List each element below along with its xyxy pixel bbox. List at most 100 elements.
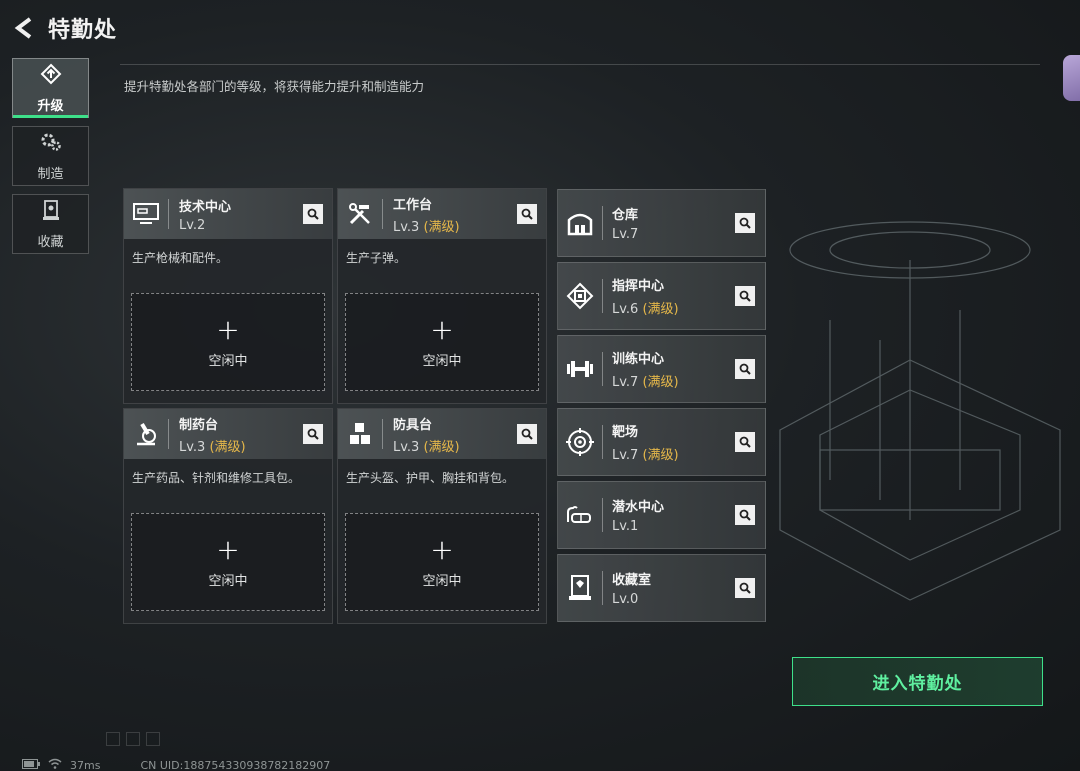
- tab-label: 收藏: [37, 234, 64, 250]
- wifi-icon: [48, 758, 62, 771]
- facility-name: 收藏室: [612, 573, 652, 588]
- inspect-button[interactable]: [735, 359, 755, 379]
- craft-slot[interactable]: + 空闲中: [345, 513, 539, 611]
- tab-craft[interactable]: 制造: [12, 126, 89, 186]
- craft-slot[interactable]: + 空闲中: [131, 293, 325, 391]
- upgrade-icon: [40, 63, 62, 89]
- command-chip-icon: [558, 262, 602, 330]
- status-footer: 37ms CN UID:18875433093878218290​7: [22, 758, 330, 771]
- facility-name: 仓库: [612, 208, 639, 223]
- base-blueprint-art: [779, 221, 1061, 601]
- inspect-button[interactable]: [517, 204, 537, 224]
- facility-diving-center[interactable]: 潜水中心 Lv.1: [557, 481, 766, 549]
- tab-upgrade[interactable]: 升级: [12, 58, 89, 118]
- search-icon: [521, 425, 533, 444]
- craft-slot[interactable]: + 空闲中: [345, 293, 539, 391]
- search-icon: [739, 506, 751, 525]
- facility-name: 训练中心: [612, 352, 665, 367]
- facility-shooting-range[interactable]: 靶场 Lv.7 (满级): [557, 408, 766, 476]
- workshop-level: Lv.3 (满级): [393, 219, 460, 235]
- facility-level: Lv.7 (满级): [612, 448, 679, 463]
- workshop-level: Lv.3 (满级): [393, 439, 460, 455]
- dumbbell-icon: [558, 335, 602, 403]
- collection-icon: [558, 554, 602, 622]
- plus-icon: +: [430, 312, 454, 346]
- card-header: 工作台 Lv.3 (满级): [338, 189, 546, 239]
- slot-status: 空闲中: [422, 573, 462, 589]
- inspect-button[interactable]: [517, 424, 537, 444]
- inspect-button[interactable]: [735, 578, 755, 598]
- workshop-name: 制药台: [179, 417, 219, 433]
- diving-mask-icon: [558, 481, 602, 549]
- facility-level: Lv.6 (满级): [612, 302, 679, 317]
- tab-label: 升级: [37, 98, 64, 114]
- inspect-button[interactable]: [735, 432, 755, 452]
- card-header: 制药台 Lv.3 (满级): [124, 409, 332, 459]
- tab-label: 制造: [37, 166, 64, 182]
- avatar[interactable]: [1063, 55, 1080, 101]
- deco-square: [106, 732, 120, 746]
- target-icon: [558, 408, 602, 476]
- search-icon: [739, 579, 751, 598]
- display-case-icon: [40, 199, 62, 225]
- facility-level: Lv.1: [612, 519, 639, 534]
- facility-name: 指挥中心: [612, 279, 665, 294]
- facility-level: Lv.0: [612, 592, 639, 607]
- slot-status: 空闲中: [208, 353, 248, 369]
- inspect-button[interactable]: [303, 424, 323, 444]
- microscope-icon: [124, 409, 168, 459]
- card-header: 防具台 Lv.3 (满级): [338, 409, 546, 459]
- inspect-button[interactable]: [735, 213, 755, 233]
- plus-icon: +: [430, 532, 454, 566]
- facility-collection-room[interactable]: 收藏室 Lv.0: [557, 554, 766, 622]
- inspect-button[interactable]: [735, 286, 755, 306]
- workshop-name: 技术中心: [179, 199, 232, 215]
- slot-status: 空闲中: [208, 573, 248, 589]
- page-description: 提升特勤处各部门的等级，将获得能力提升和制造能力: [124, 79, 425, 94]
- user-uid: CN UID:18875433093878218290​7: [140, 758, 331, 771]
- search-icon: [739, 433, 751, 452]
- workshop-name: 防具台: [393, 417, 433, 433]
- plus-icon: +: [216, 532, 240, 566]
- slot-status: 空闲中: [422, 353, 462, 369]
- workshop-card-armor: 防具台 Lv.3 (满级) 生产头盔、护甲、胸挂和背包。 + 空闲中: [337, 408, 547, 624]
- workshop-name: 工作台: [393, 197, 433, 213]
- search-icon: [739, 214, 751, 233]
- header-divider: [120, 64, 1040, 65]
- workshop-description: 生产药品、针剂和维修工具包。: [132, 471, 301, 485]
- warehouse-icon: [558, 189, 602, 257]
- tab-collection[interactable]: 收藏: [12, 194, 89, 254]
- craft-slot[interactable]: + 空闲中: [131, 513, 325, 611]
- facility-command-center[interactable]: 指挥中心 Lv.6 (满级): [557, 262, 766, 330]
- computer-icon: [124, 189, 168, 239]
- facility-warehouse[interactable]: 仓库 Lv.7: [557, 189, 766, 257]
- card-header: 技术中心 Lv.2: [124, 189, 332, 239]
- workshop-card-workbench: 工作台 Lv.3 (满级) 生产子弹。 + 空闲中: [337, 188, 547, 404]
- cubes-icon: [338, 409, 382, 459]
- gears-icon: [40, 131, 62, 157]
- search-icon: [307, 425, 319, 444]
- inspect-button[interactable]: [735, 505, 755, 525]
- back-arrow-icon[interactable]: [10, 14, 38, 42]
- inspect-button[interactable]: [303, 204, 323, 224]
- facility-level: Lv.7 (满级): [612, 375, 679, 390]
- workshop-description: 生产子弹。: [346, 251, 407, 265]
- facility-level: Lv.7: [612, 227, 639, 242]
- workshop-level: Lv.3 (满级): [179, 439, 246, 455]
- search-icon: [307, 205, 319, 224]
- page-title: 特勤处: [48, 18, 118, 43]
- deco-square: [126, 732, 140, 746]
- enter-special-ops-button[interactable]: 进入特勤处: [792, 657, 1043, 706]
- facility-training-center[interactable]: 训练中心 Lv.7 (满级): [557, 335, 766, 403]
- workshop-description: 生产枪械和配件。: [132, 251, 229, 265]
- plus-icon: +: [216, 312, 240, 346]
- workshop-card-pharmacy: 制药台 Lv.3 (满级) 生产药品、针剂和维修工具包。 + 空闲中: [123, 408, 333, 624]
- workshop-level: Lv.2: [179, 217, 206, 233]
- ping-value: 37ms: [70, 758, 101, 771]
- workshop-description: 生产头盔、护甲、胸挂和背包。: [346, 471, 515, 485]
- search-icon: [521, 205, 533, 224]
- search-icon: [739, 287, 751, 306]
- search-icon: [739, 360, 751, 379]
- battery-icon: [22, 758, 40, 771]
- tools-icon: [338, 189, 382, 239]
